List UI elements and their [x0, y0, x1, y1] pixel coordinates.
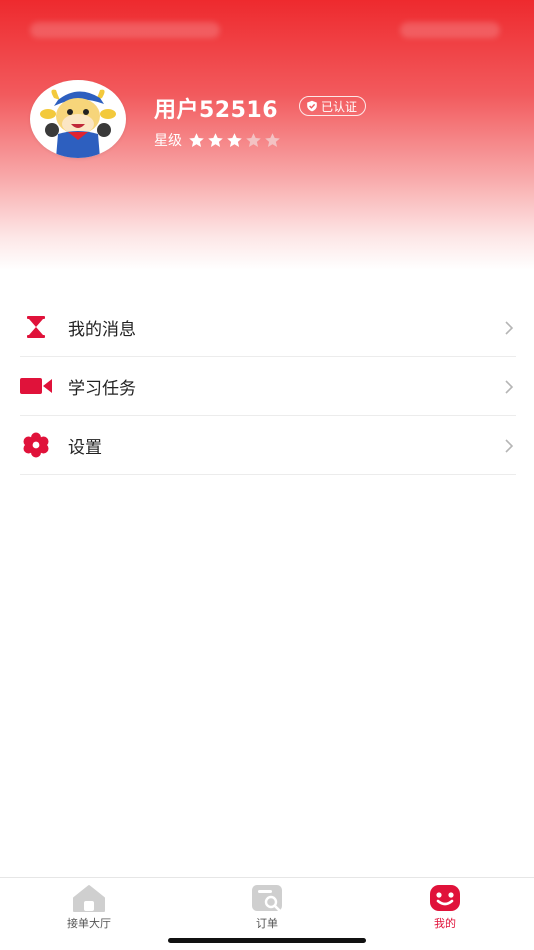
- menu-item-settings[interactable]: 设置: [20, 416, 516, 475]
- star-filled-icon: [208, 132, 223, 147]
- menu-item-label: 设置: [68, 437, 102, 458]
- tab-mine[interactable]: 我的: [385, 884, 505, 934]
- menu-list: 我的消息 学习任务 设置: [20, 298, 516, 475]
- home-indicator: [168, 938, 366, 943]
- rating-label: 星级: [154, 133, 182, 149]
- status-bar-left: [30, 22, 220, 38]
- tab-orders[interactable]: 订单: [207, 884, 327, 934]
- tab-label: 我的: [434, 917, 456, 930]
- chevron-right-icon: [505, 439, 514, 453]
- shield-check-icon: [307, 100, 317, 112]
- chevron-right-icon: [505, 321, 514, 335]
- verified-label: 已认证: [321, 99, 358, 114]
- star-empty-icon: [265, 132, 280, 147]
- video-camera-icon: [20, 373, 52, 399]
- stars: [188, 132, 283, 149]
- tab-label: 订单: [256, 917, 278, 930]
- tab-order-hall[interactable]: 接单大厅: [29, 884, 149, 934]
- star-filled-icon: [189, 132, 204, 147]
- menu-item-label: 我的消息: [68, 319, 136, 340]
- menu-item-label: 学习任务: [68, 378, 136, 399]
- star-filled-icon: [227, 132, 242, 147]
- menu-item-study-tasks[interactable]: 学习任务: [20, 357, 516, 416]
- username: 用户52516: [154, 98, 279, 123]
- status-bar-right: [400, 22, 500, 38]
- hourglass-icon: [20, 314, 52, 340]
- verified-badge: 已认证: [299, 96, 367, 116]
- menu-item-messages[interactable]: 我的消息: [20, 298, 516, 357]
- cow-mascot-icon: [32, 82, 124, 158]
- order-icon: [252, 885, 282, 912]
- profile-card: 用户52516 已认证 星级: [30, 80, 510, 160]
- avatar[interactable]: [30, 80, 126, 158]
- smiley-icon: [430, 885, 460, 911]
- star-rating: 星级: [154, 130, 283, 150]
- tab-label: 接单大厅: [67, 917, 111, 930]
- home-icon: [73, 885, 105, 912]
- gear-flower-icon: [20, 432, 52, 458]
- chevron-right-icon: [505, 380, 514, 394]
- star-empty-icon: [246, 132, 261, 147]
